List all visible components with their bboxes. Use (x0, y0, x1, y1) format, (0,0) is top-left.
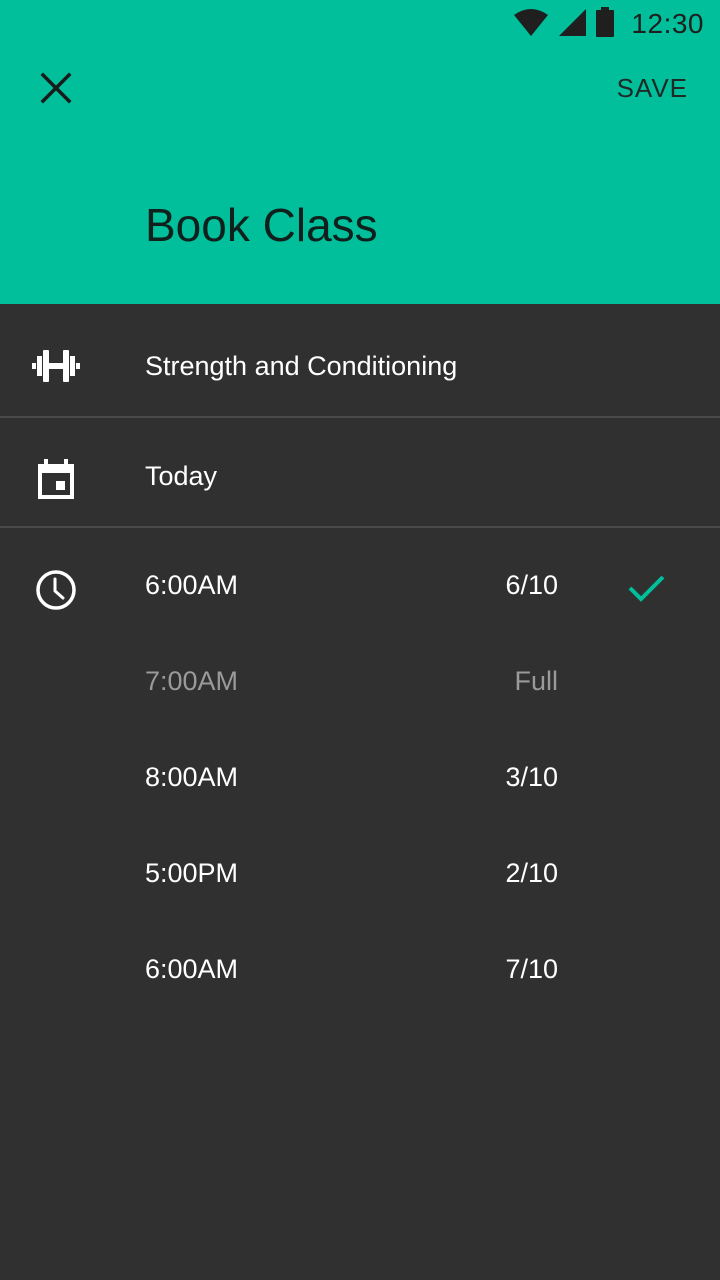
save-button[interactable]: SAVE (617, 68, 688, 108)
dumbbell-icon (32, 342, 80, 390)
time-slot-1: 7:00AM Full (0, 638, 720, 734)
date-row[interactable]: Today (0, 418, 720, 526)
time-slot-4[interactable]: 6:00AM 7/10 (0, 926, 720, 1022)
slot-capacity: 2/10 (505, 858, 558, 888)
status-bar: 12:30 (0, 0, 720, 48)
time-slot-3[interactable]: 5:00PM 2/10 (0, 830, 720, 926)
status-time: 12:30 (631, 8, 704, 39)
slot-time: 8:00AM (145, 762, 239, 792)
time-slot-0[interactable]: 6:00AM 6/10 (0, 542, 720, 638)
class-name: Strength and Conditioning (145, 351, 458, 381)
class-row[interactable]: Strength and Conditioning (0, 304, 720, 416)
check-icon (624, 566, 668, 610)
slot-capacity: 3/10 (505, 762, 558, 792)
close-button[interactable] (24, 58, 88, 122)
slot-time: 6:00AM (145, 954, 239, 984)
calendar-icon (32, 456, 80, 504)
battery-icon (595, 6, 615, 42)
wifi-icon (513, 7, 549, 42)
page-title: Book Class (145, 199, 378, 251)
divider (0, 526, 720, 528)
slot-time: 5:00PM (145, 858, 239, 888)
header: 12:30 SAVE Book Class (0, 0, 720, 304)
date-label: Today (145, 461, 218, 491)
time-slot-2[interactable]: 8:00AM 3/10 (0, 734, 720, 830)
book-class-screen: 12:30 SAVE Book Class Strength and Condi… (0, 0, 720, 1280)
signal-icon (557, 7, 587, 42)
slot-capacity: Full (514, 666, 558, 696)
slot-capacity: 6/10 (505, 570, 558, 600)
status-icons: 12:30 (513, 6, 704, 42)
slot-time: 6:00AM (145, 570, 239, 600)
slot-capacity: 7/10 (505, 954, 558, 984)
slot-time: 7:00AM (145, 666, 239, 696)
close-icon (40, 72, 72, 109)
